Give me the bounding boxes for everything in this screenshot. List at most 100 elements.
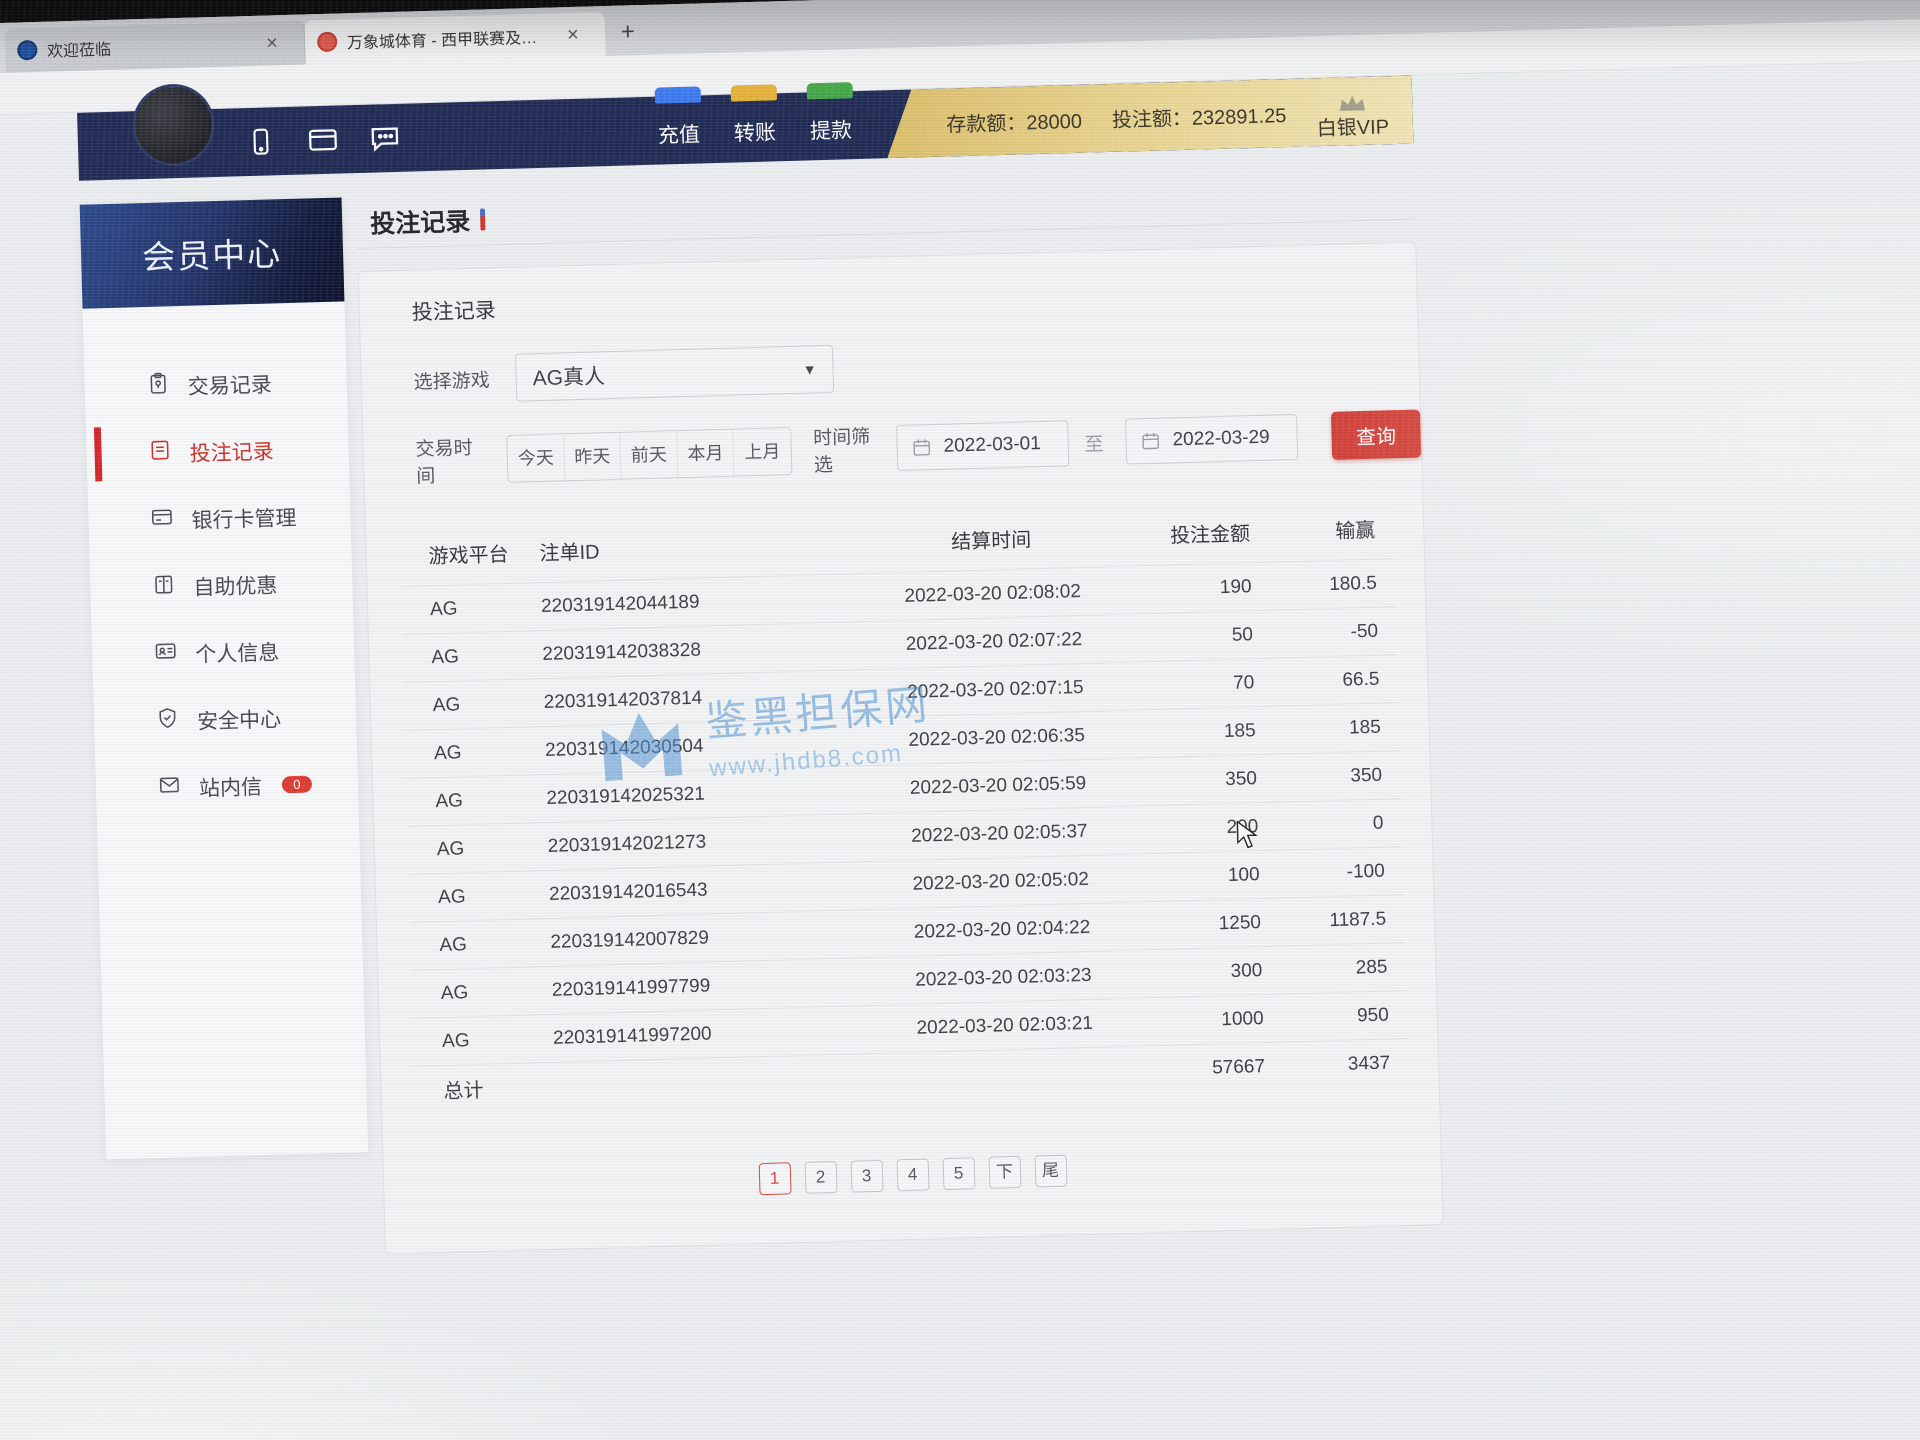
cell-platform: AG <box>407 774 547 826</box>
browser-window: × 欢迎莅临 × 万象城体育 - 西甲联赛及意甲罗 × + <box>0 0 1920 1440</box>
cell-win-loss: 950 <box>1287 991 1407 1042</box>
deposit-value: 28000 <box>1026 110 1082 134</box>
column-header: 结算时间 <box>837 508 1146 574</box>
sidebar-item[interactable]: 个人信息 <box>91 615 355 689</box>
page: 充值 转账 提款 存款额：28000 投注额：232891.25 白银VIP <box>0 59 1920 1440</box>
bet-records-table: 游戏平台 注单ID 结算时间 投注金额 输赢 AG 22031914204418… <box>400 501 1409 1114</box>
sidebar-item-label: 站内信 <box>199 770 263 802</box>
cell-win-loss: 0 <box>1282 799 1402 850</box>
quick-date-button[interactable]: 本月 <box>677 430 735 478</box>
chevron-down-icon: ▼ <box>802 361 816 377</box>
sidebar-item[interactable]: 银行卡管理 <box>88 481 352 555</box>
column-header: 游戏平台 <box>400 525 541 586</box>
tab-title: 欢迎莅临 <box>47 32 243 61</box>
page-title: 投注记录 <box>370 201 471 240</box>
sidebar-item-label: 投注记录 <box>189 435 274 467</box>
cell-bet-id: 220319142007829 <box>550 910 849 966</box>
cell-bet-amount: 350 <box>1151 754 1281 806</box>
browser-tab-sports[interactable]: 万象城体育 - 西甲联赛及意甲罗 × <box>304 12 605 64</box>
browser-tab-welcome[interactable]: 欢迎莅临 × <box>4 20 305 72</box>
sidebar-title: 会员中心 <box>80 197 345 308</box>
cell-bet-amount: 300 <box>1157 946 1287 998</box>
sidebar-item-label: 自助优惠 <box>193 569 278 601</box>
topbar-nav-item[interactable]: 转账 <box>733 108 776 147</box>
date-to-input[interactable]: 2022-03-29 <box>1125 414 1298 465</box>
cell-settle-time: 2022-03-20 02:05:59 <box>844 758 1153 815</box>
cell-platform: AG <box>408 822 548 874</box>
page-button[interactable]: 3 <box>850 1159 883 1192</box>
cell-bet-amount: 50 <box>1147 610 1277 662</box>
calendar-icon <box>911 437 932 458</box>
column-header: 投注金额 <box>1144 505 1275 566</box>
calendar-icon <box>1140 431 1161 452</box>
cell-bet-id: 220319142044189 <box>540 574 839 630</box>
cell-bet-amount: 70 <box>1149 658 1279 710</box>
date-from-input[interactable]: 2022-03-01 <box>896 420 1069 471</box>
cell-win-loss: 285 <box>1286 943 1406 994</box>
search-button[interactable]: 查询 <box>1331 409 1421 459</box>
chat-icon[interactable] <box>366 120 403 157</box>
cell-settle-time: 2022-03-20 02:07:15 <box>841 662 1150 719</box>
cell-settle-time: 2022-03-20 02:03:21 <box>850 997 1159 1054</box>
game-select[interactable]: AG真人 ▼ <box>515 345 834 402</box>
game-select-value: AG真人 <box>532 360 605 392</box>
avatar[interactable] <box>131 83 215 167</box>
sidebar: 会员中心 交易记录 投注记录 银行卡管理 自助优惠 个人信息 安全中心 站内信 … <box>80 197 369 1159</box>
close-icon[interactable]: × <box>252 21 293 66</box>
coupon-icon <box>152 572 176 602</box>
sidebar-item[interactable]: 投注记录 <box>86 414 350 488</box>
nav-color-tab-icon <box>655 86 701 103</box>
bank-card-topbar-icon[interactable] <box>304 121 341 158</box>
topbar-nav-item[interactable]: 提款 <box>809 106 852 145</box>
cell-bet-id: 220319142038328 <box>542 622 841 678</box>
new-tab-button[interactable]: + <box>604 9 651 56</box>
page-button[interactable]: 尾 <box>1034 1154 1067 1187</box>
cell-bet-id: 220319142037814 <box>543 670 842 726</box>
section-title: 投注记录 <box>359 269 1416 329</box>
id-card-icon <box>154 639 178 669</box>
sidebar-item[interactable]: 交易记录 <box>84 347 348 421</box>
deposit-label: 存款额： <box>946 112 1027 136</box>
quick-date-button[interactable]: 前天 <box>620 431 678 479</box>
title-accent-mark <box>480 208 486 230</box>
cell-bet-id: 220319142030504 <box>544 718 843 774</box>
cell-bet-amount: 190 <box>1146 562 1276 614</box>
page-button[interactable]: 5 <box>942 1157 975 1190</box>
cell-settle-time: 2022-03-20 02:06:35 <box>842 710 1151 767</box>
unread-badge: 0 <box>282 776 312 794</box>
cell-settle-time: 2022-03-20 02:03:23 <box>849 950 1158 1007</box>
sidebar-item-label: 安全中心 <box>197 703 282 735</box>
page-button[interactable]: 下 <box>988 1155 1021 1188</box>
cell-bet-amount: 1000 <box>1158 994 1288 1046</box>
date-range-to-label: 至 <box>1084 429 1104 457</box>
column-header: 输赢 <box>1273 501 1394 562</box>
cell-platform: AG <box>403 631 543 683</box>
cell-win-loss: -50 <box>1276 607 1396 658</box>
time-filter-label: 交易时间 <box>415 433 482 489</box>
cell-bet-id: 220319142016543 <box>548 862 847 918</box>
topbar-nav-item[interactable]: 充值 <box>657 110 700 149</box>
quick-date-button[interactable]: 今天 <box>507 434 565 482</box>
page-button[interactable]: 2 <box>804 1161 837 1194</box>
column-header: 注单ID <box>539 517 838 583</box>
sidebar-item[interactable]: 自助优惠 <box>89 548 353 622</box>
cell-win-loss: 350 <box>1280 751 1400 802</box>
account-summary: 存款额：28000 投注额：232891.25 白银VIP <box>885 76 1413 159</box>
sidebar-item-label: 个人信息 <box>195 636 280 668</box>
cell-platform: AG <box>401 583 541 635</box>
bet-total-label: 投注额： <box>1112 107 1193 131</box>
phone-icon[interactable] <box>242 123 279 160</box>
quick-date-button[interactable]: 昨天 <box>564 433 622 481</box>
cell-platform: AG <box>412 966 552 1018</box>
sidebar-item[interactable]: 安全中心 <box>93 682 357 756</box>
cell-platform: AG <box>413 1014 553 1066</box>
cell-settle-time: 2022-03-20 02:05:37 <box>845 806 1154 863</box>
bet-records-panel: 投注记录 选择游戏 AG真人 ▼ 交易时间 今天 昨天 <box>358 241 1444 1254</box>
sidebar-item-label: 银行卡管理 <box>191 501 297 534</box>
quick-date-button[interactable]: 上月 <box>734 428 792 476</box>
close-icon[interactable]: × <box>552 12 593 57</box>
sidebar-item[interactable]: 站内信 0 <box>95 749 359 823</box>
cell-bet-id: 220319142025321 <box>546 766 845 822</box>
page-button[interactable]: 1 <box>758 1162 791 1195</box>
page-button[interactable]: 4 <box>896 1158 929 1191</box>
